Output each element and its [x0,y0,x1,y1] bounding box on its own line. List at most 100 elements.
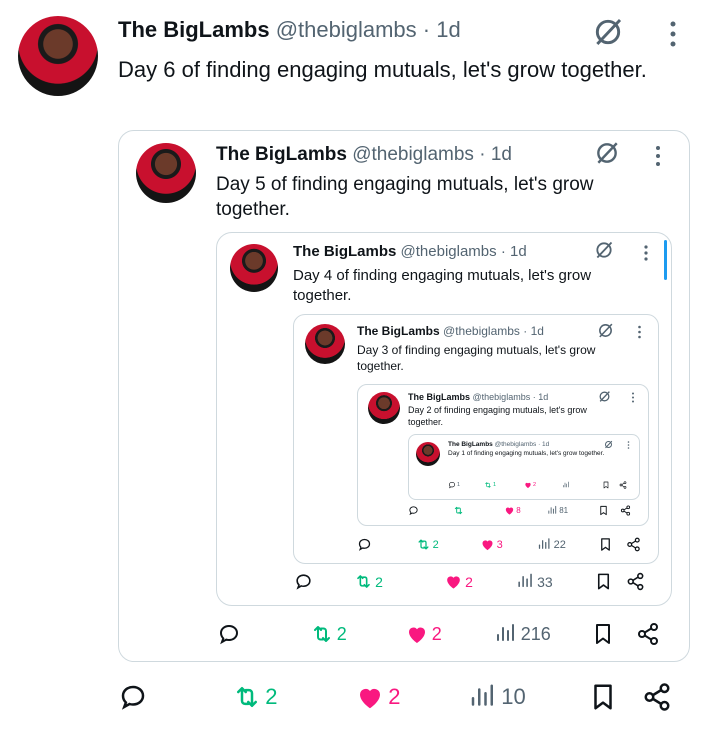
retweet-icon [453,505,464,516]
scrollbar[interactable] [664,240,667,280]
bookmark-button [598,505,609,516]
share-icon [626,572,645,591]
like-count: 2 [431,623,442,644]
retweet-count: 2 [265,684,278,709]
like-count: 3 [496,538,503,551]
avatar [136,143,196,203]
author-name: The BigLambs [293,243,397,260]
author-handle: @thebiglambs [443,324,520,338]
tweet-text: Day 2 of finding engaging mutuals, let's… [408,405,587,427]
avatar[interactable] [18,16,98,96]
like-count: 2 [533,482,537,488]
like-button[interactable]: 2 [355,682,401,712]
author-name: The BigLambs [357,324,440,338]
author-name[interactable]: The BigLambs [118,17,270,42]
retweet-button: 2 [354,572,383,591]
avatar [230,244,278,292]
views-count: 10 [501,684,526,709]
tweet-text: Day 4 of finding engaging mutuals, let's… [293,267,592,304]
views-icon [516,572,535,591]
views-icon [562,481,570,489]
bookmark-button [598,537,613,552]
reply-button: 1 [448,481,460,489]
timestamp: · 1d [523,324,544,338]
grok-icon[interactable] [592,16,624,48]
reply-button[interactable] [118,682,151,712]
views-icon [494,622,518,646]
share-button [619,481,627,489]
share-icon [626,537,641,552]
views-icon [537,537,552,552]
views-button: 22 [537,537,566,552]
author-name: The BigLambs [216,144,347,165]
retweet-icon [354,572,373,591]
like-count: 8 [516,506,521,515]
retweet-icon [232,682,262,712]
more-options-icon [654,145,662,167]
author-handle: @thebiglambs [494,441,537,448]
views-button: 33 [516,572,553,591]
author-name: The BigLambs [408,392,471,402]
timestamp: · 1d [538,441,550,448]
avatar [416,442,440,466]
views-count: 22 [553,538,566,551]
grok-icon [594,240,614,260]
heart-icon [480,537,495,552]
retweet-count: 2 [375,573,383,590]
author-handle: @thebiglambs [472,392,531,402]
like-button: 2 [444,572,473,591]
retweet-button [453,505,465,516]
views-icon [468,682,498,712]
reply-button [408,505,420,516]
author-handle[interactable]: @thebiglambs [276,17,417,42]
like-button: 3 [480,537,503,552]
author-handle: @thebiglambs [400,243,497,260]
reply-button [294,572,315,591]
heart-icon [524,481,532,489]
like-button: 2 [405,622,442,646]
retweet-button[interactable]: 2 [232,682,278,712]
more-options-icon[interactable] [668,20,678,48]
like-count: 2 [465,573,473,590]
share-icon [620,505,631,516]
bookmark-button [594,572,613,591]
avatar [305,324,345,364]
heart-icon [355,682,385,712]
share-button[interactable] [642,682,672,712]
tweet-header: The BigLambs @thebiglambs · 1d [118,16,461,45]
reply-icon [448,481,456,489]
share-icon [619,481,627,489]
share-button [626,572,645,591]
like-count: 2 [388,684,401,709]
reply-icon [118,682,148,712]
bookmark-button[interactable] [588,682,618,712]
retweet-button: 1 [484,481,496,489]
bookmark-icon [594,572,613,591]
tweet-header: The BigLambs @thebiglambs · 1d [216,143,512,168]
more-options-icon [637,325,642,339]
more-options-icon [627,441,630,449]
more-options-icon [643,244,649,262]
timestamp: · 1d [500,243,527,260]
heart-icon [504,505,515,516]
heart-icon [405,622,429,646]
share-button [626,537,641,552]
reply-icon [357,537,372,552]
grok-icon [597,322,614,339]
timestamp: · 1d [532,392,549,402]
reply-button [357,537,374,552]
reply-icon [217,622,241,646]
views-button[interactable]: 10 [468,682,526,712]
bookmark-button [591,622,615,646]
tweet-header: The BigLambs @thebiglambs · 1d [357,324,544,340]
views-button: 216 [494,622,551,646]
tweet-header: The BigLambs @thebiglambs · 1d [293,242,527,262]
retweet-count: 2 [336,623,347,644]
tweet-text: Day 5 of finding engaging mutuals, let's… [216,174,594,220]
timestamp[interactable]: · 1d [423,17,461,42]
like-button: 2 [524,481,536,489]
avatar [368,392,400,424]
views-count: 216 [520,623,551,644]
views-icon [547,505,558,516]
reply-count: 1 [457,482,461,488]
